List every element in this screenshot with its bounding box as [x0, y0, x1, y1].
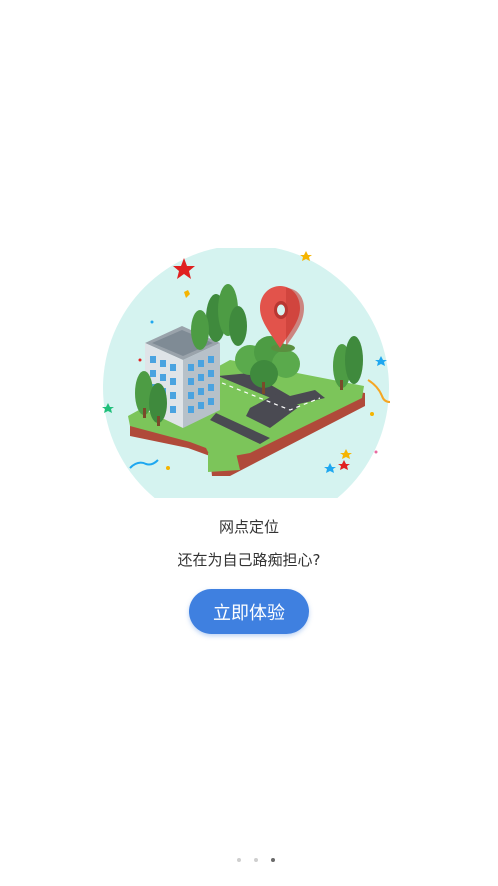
feature-title: 网点定位: [218, 518, 279, 536]
page-indicator: [233, 856, 278, 864]
try-now-button[interactable]: 立即体验: [189, 589, 309, 634]
page-dot-1[interactable]: [237, 858, 241, 862]
page-dot-2[interactable]: [254, 858, 258, 862]
city-map-pin-illustration: [102, 248, 391, 498]
page-dot-3[interactable]: [271, 858, 275, 862]
feature-subtitle: 还在为自己路痴担心?: [177, 551, 321, 569]
